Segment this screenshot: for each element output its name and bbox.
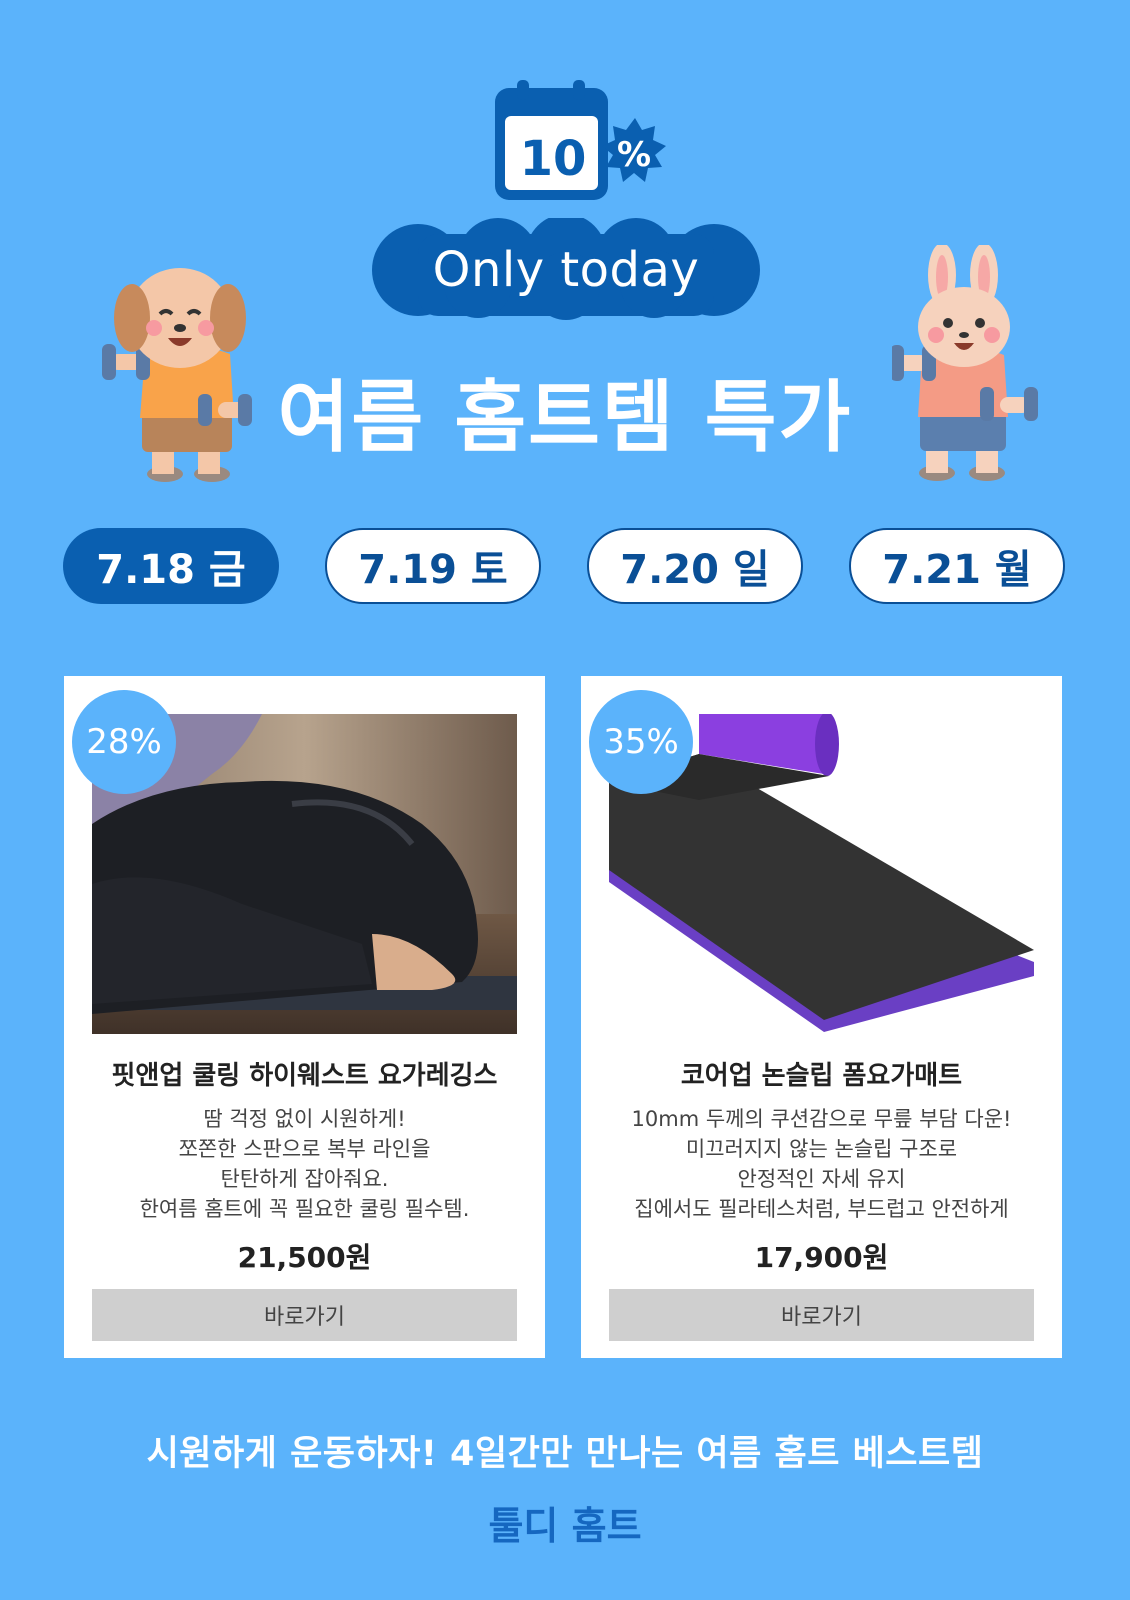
only-today-label: Only today <box>432 242 700 298</box>
product-card-yoga-mat[interactable]: 35% 코어업 논슬립 폼요가매트 10mm 두께의 쿠션감으로 무릎 부담 다… <box>581 676 1062 1358</box>
product-price: 17,900원 <box>754 1241 889 1274</box>
brand-name: 툴디 홈트 <box>488 1504 642 1548</box>
badge-number: 10 <box>520 131 587 187</box>
description-line: 쪼쫀한 스판으로 복부 라인을 <box>178 1137 431 1161</box>
discount-badge: 35% <box>589 690 693 794</box>
go-to-product-button[interactable]: 바로가기 <box>609 1289 1034 1341</box>
description-line: 집에서도 필라테스처럼, 부드럽고 안전하게 <box>634 1197 1009 1221</box>
badge-percent: % <box>617 135 651 175</box>
bunny-mascot-illustration <box>890 243 1052 490</box>
product-description: 땀 걱정 없이 시원하게! 쪼쫀한 스판으로 복부 라인을 탄탄하게 잡아줘요.… <box>64 1104 545 1224</box>
go-to-product-button[interactable]: 바로가기 <box>92 1289 517 1341</box>
product-description: 10mm 두께의 쿠션감으로 무릎 부담 다운! 미끄러지지 않는 논슬립 구조… <box>581 1104 1062 1224</box>
description-line: 10mm 두께의 쿠션감으로 무릎 부담 다운! <box>631 1107 1012 1131</box>
dog-mascot-illustration <box>100 262 260 492</box>
calendar-discount-icon: 10 % <box>495 78 670 208</box>
date-tab-7-21[interactable]: 7.21 월 <box>849 528 1065 604</box>
discount-badge: 28% <box>72 690 176 794</box>
description-line: 탄탄하게 잡아줘요. <box>220 1167 389 1191</box>
footer-tagline: 시원하게 운동하자! 4일간만 만나는 여름 홈트 베스트템 <box>146 1434 984 1474</box>
product-name: 코어업 논슬립 폼요가매트 <box>680 1061 963 1091</box>
description-line: 땀 걱정 없이 시원하게! <box>203 1107 406 1131</box>
date-tab-7-20[interactable]: 7.20 일 <box>587 528 803 604</box>
product-price: 21,500원 <box>237 1241 372 1274</box>
date-tabs: 7.18 금 7.19 토 7.20 일 7.21 월 <box>63 528 1065 604</box>
description-line: 안정적인 자세 유지 <box>737 1167 906 1191</box>
date-tab-7-18[interactable]: 7.18 금 <box>63 528 279 604</box>
only-today-pill: Only today <box>368 218 764 322</box>
product-card-leggings[interactable]: 28% 핏앤업 쿨링 하이웨스트 요가레깅스 땀 걱정 없이 시원하게! 쪼쫀한… <box>64 676 545 1358</box>
date-tab-7-19[interactable]: 7.19 토 <box>325 528 541 604</box>
product-name: 핏앤업 쿨링 하이웨스트 요가레깅스 <box>111 1061 498 1091</box>
description-line: 미끄러지지 않는 논슬립 구조로 <box>685 1137 958 1161</box>
description-line: 한여름 홈트에 꼭 필요한 쿨링 필수템. <box>139 1197 470 1221</box>
